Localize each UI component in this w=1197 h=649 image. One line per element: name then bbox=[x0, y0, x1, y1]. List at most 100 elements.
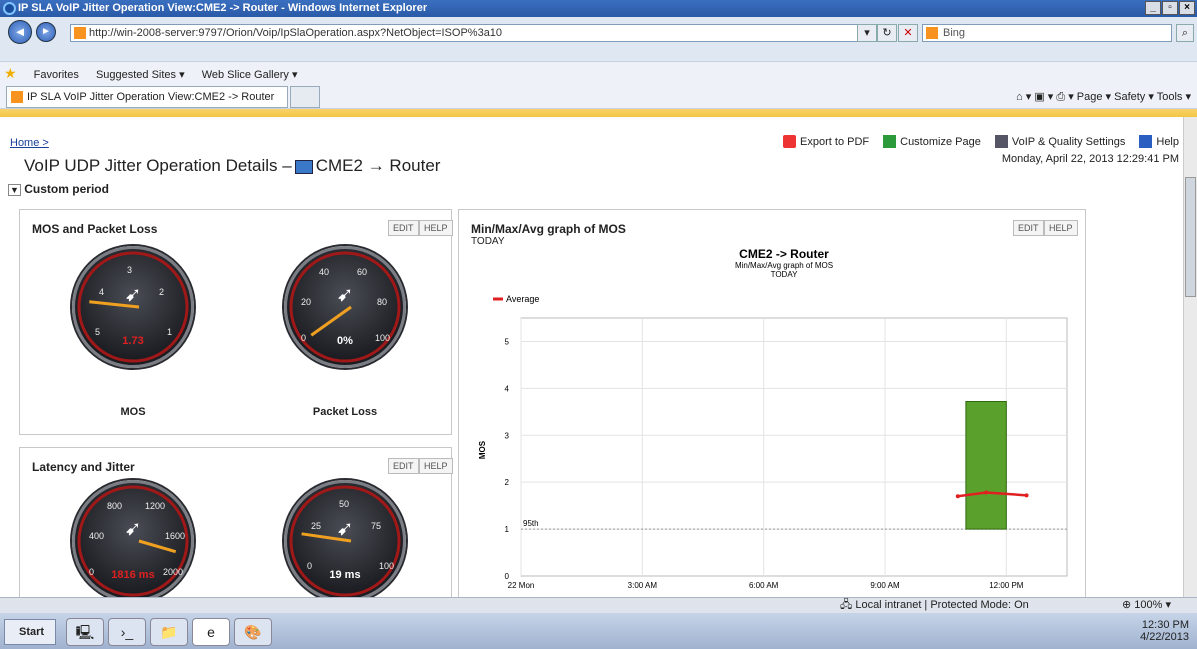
back-button[interactable]: ◄ bbox=[8, 20, 32, 44]
ie-icon bbox=[3, 2, 16, 15]
settings-icon bbox=[994, 135, 1008, 148]
mos-chart: CME2 -> RouterMin/Max/Avg graph of MOSTO… bbox=[478, 247, 1068, 590]
search-button[interactable]: ⌕ bbox=[1176, 24, 1194, 42]
server-manager-icon[interactable]: 🖳 bbox=[66, 618, 104, 646]
average-point bbox=[1024, 493, 1029, 498]
gauge-tick-label: 3 bbox=[127, 265, 133, 275]
average-point bbox=[955, 494, 960, 499]
search-input[interactable]: Bing bbox=[922, 24, 1172, 42]
internet-explorer-icon[interactable]: e bbox=[192, 618, 230, 646]
help-button[interactable]: HELP bbox=[419, 220, 453, 236]
print-icon[interactable]: ⎙ ▾ bbox=[1056, 91, 1076, 103]
page-top-band bbox=[0, 109, 1197, 117]
packet-loss-gauge: ➹ 40 60 20 80 0 100 0% bbox=[284, 246, 406, 368]
forward-button[interactable]: ► bbox=[36, 22, 56, 42]
solarwinds-logo-icon: ➹ bbox=[337, 284, 354, 306]
zoom-icon: ⊕ bbox=[1122, 599, 1135, 611]
mos-chart-panel: Min/Max/Avg graph of MOS TODAY EDIT HELP… bbox=[458, 209, 1086, 597]
help-icon bbox=[1139, 135, 1153, 148]
solarwinds-logo-icon: ➹ bbox=[125, 284, 142, 306]
solarwinds-logo-icon: ➹ bbox=[337, 518, 354, 540]
site-favicon bbox=[74, 27, 86, 39]
windows-taskbar: Start 🖳 ›_ 📁 e 🎨 12:30 PM 4/22/2013 bbox=[0, 613, 1197, 649]
close-button[interactable]: × bbox=[1179, 1, 1195, 15]
feeds-icon[interactable]: ▣ ▾ bbox=[1034, 91, 1056, 103]
scrollbar-thumb[interactable] bbox=[1185, 177, 1196, 297]
packet-loss-gauge-label: Packet Loss bbox=[312, 406, 378, 418]
mos-gauge-label: MOS bbox=[120, 406, 146, 418]
x-tick-label: 12:00 PM bbox=[989, 581, 1024, 590]
page-content: Home > VoIP UDP Jitter Operation Details… bbox=[0, 117, 1183, 597]
chart-title: CME2 -> Router bbox=[739, 247, 829, 261]
tab-favicon bbox=[11, 91, 23, 103]
pdf-icon bbox=[783, 135, 797, 148]
system-tray: 12:30 PM 4/22/2013 bbox=[979, 619, 1189, 645]
new-tab-button[interactable] bbox=[290, 86, 320, 108]
gauge-tick-label: 1600 bbox=[165, 531, 186, 541]
legend-average-label: Average bbox=[506, 294, 539, 304]
bing-icon bbox=[926, 27, 938, 39]
powershell-icon[interactable]: ›_ bbox=[108, 618, 146, 646]
custom-period-toggle[interactable]: ▼ Custom period bbox=[8, 182, 109, 196]
gauge-tick-label: 80 bbox=[377, 297, 388, 307]
help-button[interactable]: HELP bbox=[419, 458, 453, 474]
breadcrumb[interactable]: Home > bbox=[10, 137, 49, 149]
mos-gauge: ➹ 3 4 2 5 1 1.73 bbox=[72, 246, 194, 368]
x-tick-label: 9:00 AM bbox=[870, 581, 900, 590]
export-pdf-link[interactable]: Export to PDF bbox=[783, 135, 869, 148]
y-tick-label: 3 bbox=[505, 431, 510, 440]
reference-95th-label: 95th bbox=[523, 519, 539, 528]
gauge-tick-label: 60 bbox=[357, 267, 368, 277]
gauge-needle bbox=[138, 539, 177, 554]
address-toolbar: ◄ ► http://win-2008-server:9797/Orion/Vo… bbox=[0, 17, 1197, 61]
gauge-tick-label: 20 bbox=[301, 297, 312, 307]
gauge-value: 1816 ms bbox=[111, 569, 155, 581]
help-link[interactable]: Help bbox=[1139, 135, 1179, 148]
voip-settings-link[interactable]: VoIP & Quality Settings bbox=[994, 135, 1125, 148]
paint-icon[interactable]: 🎨 bbox=[234, 618, 272, 646]
gauge-tick-label: 50 bbox=[339, 499, 350, 509]
zoom-control[interactable]: ⊕ 100% ▾ bbox=[1122, 598, 1171, 612]
chart-subtitle: Min/Max/Avg graph of MOS bbox=[735, 261, 833, 270]
gauge-tick-label: 1200 bbox=[145, 501, 166, 511]
page-datetime: Monday, April 22, 2013 12:29:41 PM bbox=[1001, 153, 1179, 165]
browser-tab[interactable]: IP SLA VoIP Jitter Operation View:CME2 -… bbox=[6, 86, 288, 108]
y-tick-label: 1 bbox=[505, 525, 510, 534]
gauge-value: 0% bbox=[337, 335, 353, 347]
explorer-folder-icon[interactable]: 📁 bbox=[150, 618, 188, 646]
page-title: VoIP UDP Jitter Operation Details – CME2 … bbox=[24, 156, 441, 175]
address-dropdown-button[interactable]: ▾ bbox=[857, 24, 877, 42]
favorites-button[interactable]: Favorites bbox=[34, 69, 79, 81]
clock-time[interactable]: 12:30 PM bbox=[979, 619, 1189, 631]
gauge-tick-label: 40 bbox=[319, 267, 330, 277]
zone-status: 🖧 Local intranet | Protected Mode: On bbox=[840, 599, 1029, 611]
customize-icon bbox=[883, 135, 897, 148]
gauge-value: 19 ms bbox=[329, 569, 361, 581]
stop-button[interactable]: ✕ bbox=[898, 24, 918, 42]
web-slice-gallery-link[interactable]: Web Slice Gallery ▾ bbox=[202, 69, 298, 81]
address-field[interactable]: http://win-2008-server:9797/Orion/Voip/I… bbox=[70, 24, 875, 42]
command-bar[interactable]: ⌂ ▾ ▣ ▾ ⎙ ▾ Page ▾ Safety ▾ Tools ▾ bbox=[1016, 90, 1191, 104]
window-title: IP SLA VoIP Jitter Operation View:CME2 -… bbox=[18, 2, 428, 14]
favorites-star-icon[interactable]: ★ bbox=[4, 65, 17, 81]
edit-button[interactable]: EDIT bbox=[388, 220, 419, 236]
home-icon[interactable]: ⌂ ▾ bbox=[1016, 91, 1034, 103]
gauge-tick-label: 25 bbox=[311, 521, 322, 531]
start-button[interactable]: Start bbox=[4, 619, 56, 645]
gauge-tick-label: 75 bbox=[371, 521, 382, 531]
min-max-bar bbox=[965, 400, 1007, 530]
x-tick-label: 22 Mon bbox=[508, 581, 535, 590]
refresh-button[interactable]: ↻ bbox=[877, 24, 897, 42]
customize-page-link[interactable]: Customize Page bbox=[883, 135, 981, 148]
x-tick-label: 6:00 AM bbox=[749, 581, 779, 590]
edit-button[interactable]: EDIT bbox=[388, 458, 419, 474]
minimize-button[interactable]: _ bbox=[1145, 1, 1161, 15]
window-titlebar: IP SLA VoIP Jitter Operation View:CME2 -… bbox=[0, 0, 1197, 17]
page-scrollbar[interactable] bbox=[1183, 117, 1197, 597]
y-tick-label: 2 bbox=[505, 478, 510, 487]
maximize-button[interactable]: ▫ bbox=[1162, 1, 1178, 15]
y-tick-label: 0 bbox=[505, 572, 510, 581]
chart-subtitle-period: TODAY bbox=[771, 270, 798, 279]
clock-date[interactable]: 4/22/2013 bbox=[979, 631, 1189, 643]
suggested-sites-link[interactable]: Suggested Sites ▾ bbox=[96, 69, 185, 81]
